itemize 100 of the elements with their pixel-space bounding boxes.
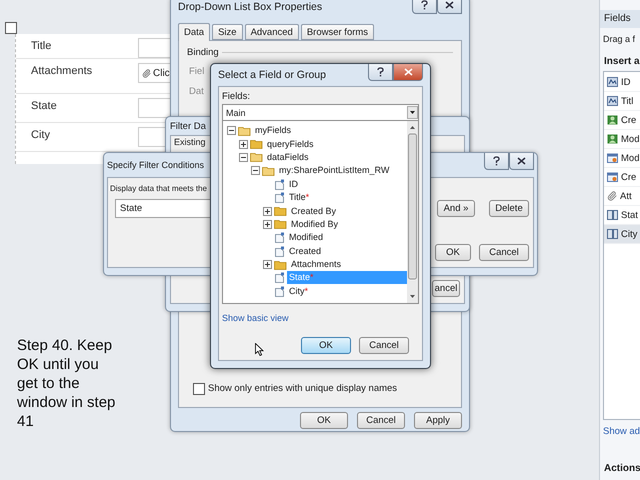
- folder-icon: [250, 139, 263, 150]
- field-item[interactable]: Cre: [604, 111, 640, 130]
- field-item[interactable]: City: [604, 225, 640, 244]
- section-heading: Insert a: [604, 56, 640, 67]
- cancel-button[interactable]: Cancel: [359, 337, 409, 354]
- field-item[interactable]: Mod: [604, 149, 640, 168]
- dialog-button[interactable]: Apply: [414, 412, 462, 429]
- field-label: Fiel: [189, 66, 204, 77]
- field-item[interactable]: Titl: [604, 92, 640, 111]
- field-item[interactable]: Cre: [604, 168, 640, 187]
- step-instruction: Step 40. Keep OK until you get to the window in step 41: [17, 336, 116, 431]
- caret-icon: [407, 106, 418, 119]
- group-label: Binding: [187, 47, 219, 58]
- collapse-icon[interactable]: [239, 152, 248, 162]
- dialog-button[interactable]: ancel: [432, 280, 460, 297]
- tree-item[interactable]: City*: [287, 284, 310, 298]
- field-item[interactable]: ID: [604, 73, 640, 92]
- scrollbar[interactable]: [407, 121, 418, 303]
- help-icon: [421, 0, 428, 10]
- dialog-button[interactable]: OK: [435, 244, 471, 261]
- close-icon: [404, 68, 412, 76]
- tab[interactable]: Data: [178, 23, 210, 41]
- help-button[interactable]: [484, 153, 509, 170]
- tab[interactable]: Advanced: [244, 24, 299, 40]
- expand-icon[interactable]: [263, 260, 272, 270]
- checkbox[interactable]: [5, 22, 17, 34]
- collapse-icon[interactable]: [251, 166, 260, 176]
- field-icon: [274, 232, 285, 244]
- collapse-icon[interactable]: [227, 126, 236, 136]
- field-label: Title: [30, 39, 52, 52]
- tree-item[interactable]: queryFields: [265, 138, 316, 151]
- pane-title: Fields: [600, 10, 640, 28]
- pane-hint: Drag a f: [603, 34, 636, 44]
- dialog-button[interactable]: And »: [437, 200, 475, 217]
- expand-icon[interactable]: [263, 220, 272, 229]
- close-icon: [445, 1, 454, 9]
- paperclip-icon: [607, 191, 617, 201]
- field-label: Attachments: [30, 64, 92, 77]
- field-label: Existing: [174, 137, 206, 147]
- text-field-icon: [607, 96, 618, 106]
- dialog-button[interactable]: Cancel: [357, 412, 405, 429]
- expand-icon[interactable]: [263, 206, 272, 216]
- dialog-button[interactable]: Cancel: [479, 244, 529, 261]
- ok-button[interactable]: OK: [301, 337, 351, 354]
- field-label: Dat: [189, 86, 204, 97]
- help-button[interactable]: [368, 64, 393, 81]
- tree-item[interactable]: my:SharePointListItem_RW: [277, 164, 392, 178]
- tab[interactable]: Size: [212, 24, 243, 40]
- tree-item[interactable]: dataFields: [265, 150, 311, 164]
- tree-item[interactable]: Title*: [287, 191, 312, 204]
- folder-icon: [274, 206, 287, 216]
- tree-item[interactable]: Created By: [289, 204, 338, 218]
- field-item[interactable]: Att: [604, 187, 640, 206]
- paperclip-icon: [142, 68, 151, 78]
- tree-item[interactable]: Modified: [287, 231, 326, 244]
- close-button[interactable]: [509, 153, 534, 170]
- field-label: State: [30, 99, 57, 112]
- tree-item[interactable]: Modified By: [289, 218, 340, 231]
- folder-icon: [274, 260, 287, 270]
- tree-item[interactable]: ID: [287, 178, 300, 191]
- column-icon: [607, 210, 618, 220]
- source-dropdown[interactable]: Main: [222, 104, 419, 121]
- text-field-icon: [607, 77, 618, 87]
- person-field-icon: [607, 115, 618, 125]
- folder-icon: [274, 219, 287, 230]
- tree-item[interactable]: myFields: [253, 124, 294, 138]
- show-basic-view-link[interactable]: Show basic view: [222, 313, 289, 323]
- window-title: Specify Filter Conditions: [107, 160, 204, 170]
- field-icon: [274, 286, 285, 297]
- field-icon: [274, 178, 285, 190]
- column-icon: [607, 229, 618, 239]
- window-title: Filter Da: [170, 120, 206, 132]
- help-button[interactable]: [412, 0, 437, 14]
- expand-icon[interactable]: [239, 140, 248, 149]
- window-title: Drop-Down List Box Properties: [178, 1, 322, 13]
- field-item[interactable]: Mod: [604, 130, 640, 149]
- field-label: Fields:: [222, 91, 250, 102]
- calendar-icon: [607, 153, 618, 163]
- tree-item[interactable]: Attachments: [289, 258, 344, 272]
- checkbox[interactable]: [193, 383, 205, 395]
- folder-icon: [250, 152, 263, 162]
- dialog-button[interactable]: Delete: [489, 200, 529, 217]
- instruction-text: Display data that meets the: [110, 184, 207, 193]
- field-icon: [274, 272, 285, 284]
- field-icon: [274, 192, 285, 204]
- field-label: City: [30, 128, 50, 141]
- section-heading: Actions: [604, 463, 640, 474]
- close-button[interactable]: [393, 64, 423, 81]
- cursor-icon: [255, 343, 264, 356]
- show-advanced-link[interactable]: Show ad: [603, 426, 640, 437]
- close-button[interactable]: [437, 0, 462, 14]
- dialog-button[interactable]: OK: [300, 412, 348, 429]
- tab[interactable]: Browser forms: [300, 24, 374, 40]
- field-icon: [274, 246, 285, 257]
- close-icon: [517, 157, 526, 165]
- checkbox-label: Show only entries with unique display names: [208, 383, 398, 394]
- calendar-icon: [607, 172, 618, 182]
- person-field-icon: [607, 134, 618, 144]
- tree-item[interactable]: Created: [287, 244, 324, 258]
- help-icon: [377, 67, 384, 77]
